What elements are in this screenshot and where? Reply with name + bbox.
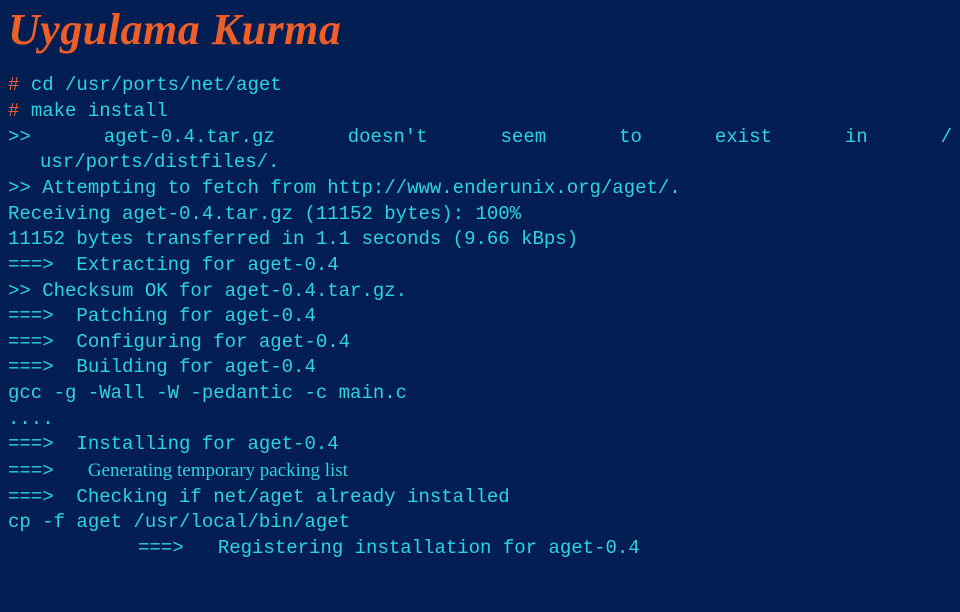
output-text: ===> Checking if net/aget already instal… bbox=[8, 486, 510, 508]
output-text: / bbox=[941, 125, 952, 151]
output-text: in bbox=[845, 125, 868, 151]
output-text: >> bbox=[8, 125, 31, 151]
terminal-line: ===> Checking if net/aget already instal… bbox=[8, 485, 952, 511]
output-text: doesn't bbox=[348, 125, 428, 151]
output-text: ===> Patching for aget-0.4 bbox=[8, 305, 316, 327]
output-text: ===> Extracting for aget-0.4 bbox=[8, 254, 339, 276]
terminal-line: # make install bbox=[8, 99, 952, 125]
output-text: cp -f aget /usr/local/bin/aget bbox=[8, 511, 350, 533]
output-text: ===> Registering installation for aget-0… bbox=[138, 537, 640, 559]
terminal-line: ===> Configuring for aget-0.4 bbox=[8, 330, 952, 356]
output-text: Receiving aget-0.4.tar.gz (11152 bytes):… bbox=[8, 203, 521, 225]
page-title: Uygulama Kurma bbox=[8, 0, 952, 59]
prompt: # bbox=[8, 100, 31, 122]
output-text: aget-0.4.tar.gz bbox=[104, 125, 275, 151]
output-text: ===> Configuring for aget-0.4 bbox=[8, 331, 350, 353]
terminal-line: .... bbox=[8, 407, 952, 433]
output-text: usr/ports/distfiles/. bbox=[40, 151, 279, 173]
terminal-line: ===> Extracting for aget-0.4 bbox=[8, 253, 952, 279]
output-text: exist bbox=[715, 125, 772, 151]
terminal-line: gcc -g -Wall -W -pedantic -c main.c bbox=[8, 381, 952, 407]
terminal-line: usr/ports/distfiles/. bbox=[40, 150, 952, 176]
prompt: # bbox=[8, 74, 31, 96]
terminal-line: >> Attempting to fetch from http://www.e… bbox=[8, 176, 952, 202]
output-text: 11152 bytes transferred in 1.1 seconds (… bbox=[8, 228, 578, 250]
output-text: ===> bbox=[8, 460, 88, 482]
command: make install bbox=[31, 100, 168, 122]
terminal-line: Receiving aget-0.4.tar.gz (11152 bytes):… bbox=[8, 202, 952, 228]
terminal-line: ===> Registering installation for aget-0… bbox=[138, 536, 952, 562]
output-text: ===> Building for aget-0.4 bbox=[8, 356, 316, 378]
output-text: .... bbox=[8, 408, 54, 430]
output-text: gcc -g -Wall -W -pedantic -c main.c bbox=[8, 382, 407, 404]
terminal-line: >> aget-0.4.tar.gz doesn't seem to exist… bbox=[8, 125, 952, 151]
terminal-line: ===> Generating temporary packing list bbox=[8, 458, 952, 485]
terminal-line: ===> Patching for aget-0.4 bbox=[8, 304, 952, 330]
output-text: >> Checksum OK for aget-0.4.tar.gz. bbox=[8, 280, 407, 302]
output-text: Generating temporary packing list bbox=[88, 460, 348, 481]
command: cd /usr/ports/net/aget bbox=[31, 74, 282, 96]
output-text: seem bbox=[501, 125, 547, 151]
terminal-line: # cd /usr/ports/net/aget bbox=[8, 73, 952, 99]
terminal-line: cp -f aget /usr/local/bin/aget bbox=[8, 510, 952, 536]
terminal-line: ===> Installing for aget-0.4 bbox=[8, 432, 952, 458]
terminal-line: >> Checksum OK for aget-0.4.tar.gz. bbox=[8, 279, 952, 305]
terminal-line: ===> Building for aget-0.4 bbox=[8, 355, 952, 381]
terminal-line: 11152 bytes transferred in 1.1 seconds (… bbox=[8, 227, 952, 253]
output-text: >> Attempting to fetch from http://www.e… bbox=[8, 177, 681, 199]
output-text: to bbox=[619, 125, 642, 151]
output-text: ===> Installing for aget-0.4 bbox=[8, 433, 339, 455]
